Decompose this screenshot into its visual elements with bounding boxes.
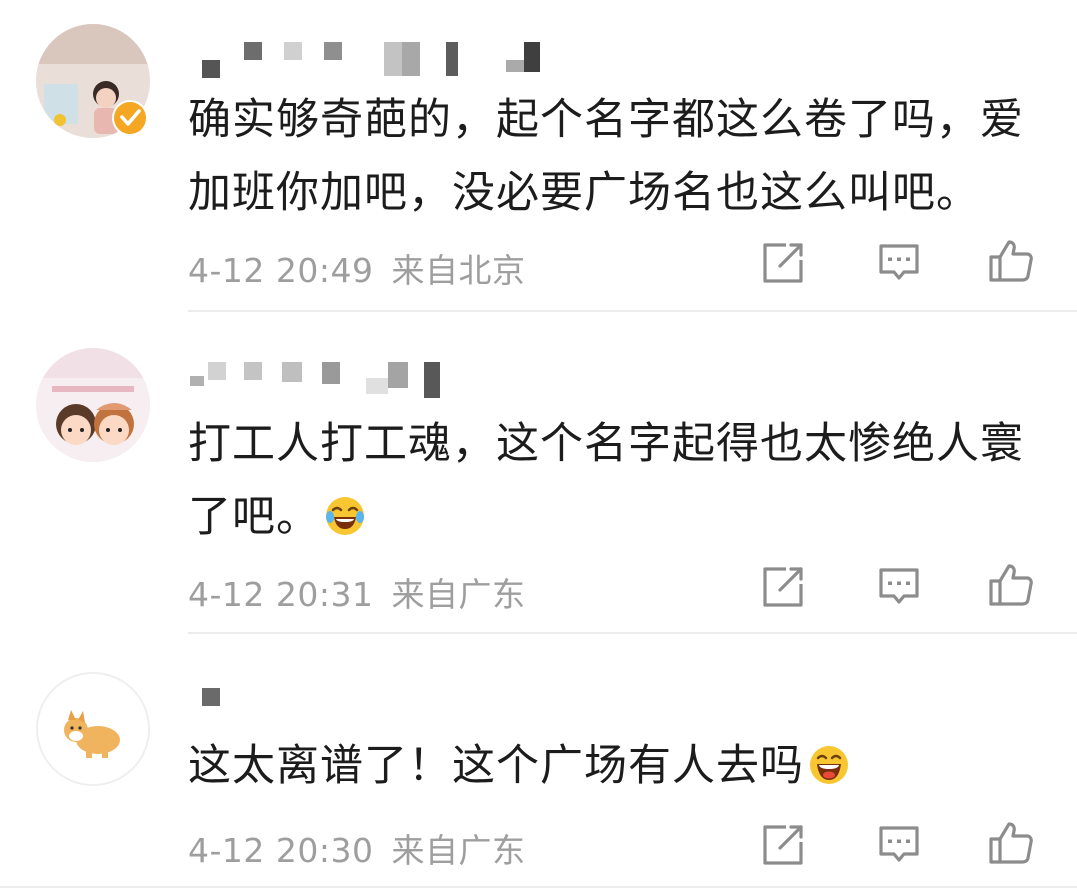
comment-meta: 4-12 20:31 来自广东	[188, 568, 526, 616]
comment-meta: 4-12 20:30 来自广东	[188, 824, 526, 872]
verified-badge-icon	[112, 100, 148, 136]
grinning-emoji	[808, 736, 850, 784]
like-icon	[989, 564, 1033, 606]
username-mosaic[interactable]	[188, 356, 488, 400]
comment-button[interactable]	[876, 240, 922, 286]
comment-item: 这太离谱了！这个广场有人去吗 4-12 20:30 来自广东	[0, 634, 1077, 891]
comment-button[interactable]	[876, 564, 922, 610]
like-button[interactable]	[988, 820, 1034, 866]
comment-date: 4-12 20:49	[188, 251, 374, 290]
comment-date: 4-12 20:30	[188, 831, 374, 870]
share-icon	[763, 825, 803, 865]
avatar-image	[38, 674, 148, 784]
share-button[interactable]	[760, 822, 806, 868]
comment-icon	[879, 244, 919, 280]
like-icon	[989, 240, 1033, 282]
comment-meta: 4-12 20:49 来自北京	[188, 244, 526, 292]
comment-text: 确实够奇葩的，起个名字都这么卷了吗，爱加班你加吧，没必要广场名也这么叫吧。	[188, 95, 1024, 218]
comment-item: 确实够奇葩的，起个名字都这么卷了吗，爱加班你加吧，没必要广场名也这么叫吧。 4-…	[0, 0, 1077, 312]
share-icon	[763, 243, 803, 283]
avatar[interactable]	[36, 672, 150, 786]
comment-location: 来自北京	[391, 251, 526, 290]
comment-text: 这太离谱了！这个广场有人去吗	[188, 730, 1048, 803]
username-mosaic[interactable]	[188, 36, 548, 80]
laughing-tears-emoji	[324, 487, 366, 535]
comment-icon	[879, 826, 919, 862]
username-mosaic[interactable]	[188, 682, 248, 726]
share-button[interactable]	[760, 240, 806, 286]
comment-item: 打工人打工魂，这个名字起得也太惨绝人寰了吧。 4-12 20:31 来自广东	[0, 312, 1077, 634]
like-button[interactable]	[988, 562, 1034, 608]
comment-location: 来自广东	[391, 575, 526, 614]
comment-date: 4-12 20:31	[188, 575, 374, 614]
divider	[0, 886, 1077, 888]
comment-location: 来自广东	[391, 831, 526, 870]
comment-icon	[879, 568, 919, 604]
share-icon	[763, 567, 803, 607]
comment-text-content: 这太离谱了！这个广场有人去吗	[188, 741, 804, 791]
share-button[interactable]	[760, 564, 806, 610]
like-button[interactable]	[988, 238, 1034, 284]
avatar[interactable]	[36, 348, 150, 462]
comment-text-content: 打工人打工魂，这个名字起得也太惨绝人寰了吧。	[188, 419, 1024, 542]
like-icon	[989, 822, 1033, 864]
comment-text: 打工人打工魂，这个名字起得也太惨绝人寰了吧。	[188, 408, 1048, 554]
comment-button[interactable]	[876, 822, 922, 868]
avatar-image	[36, 348, 150, 462]
